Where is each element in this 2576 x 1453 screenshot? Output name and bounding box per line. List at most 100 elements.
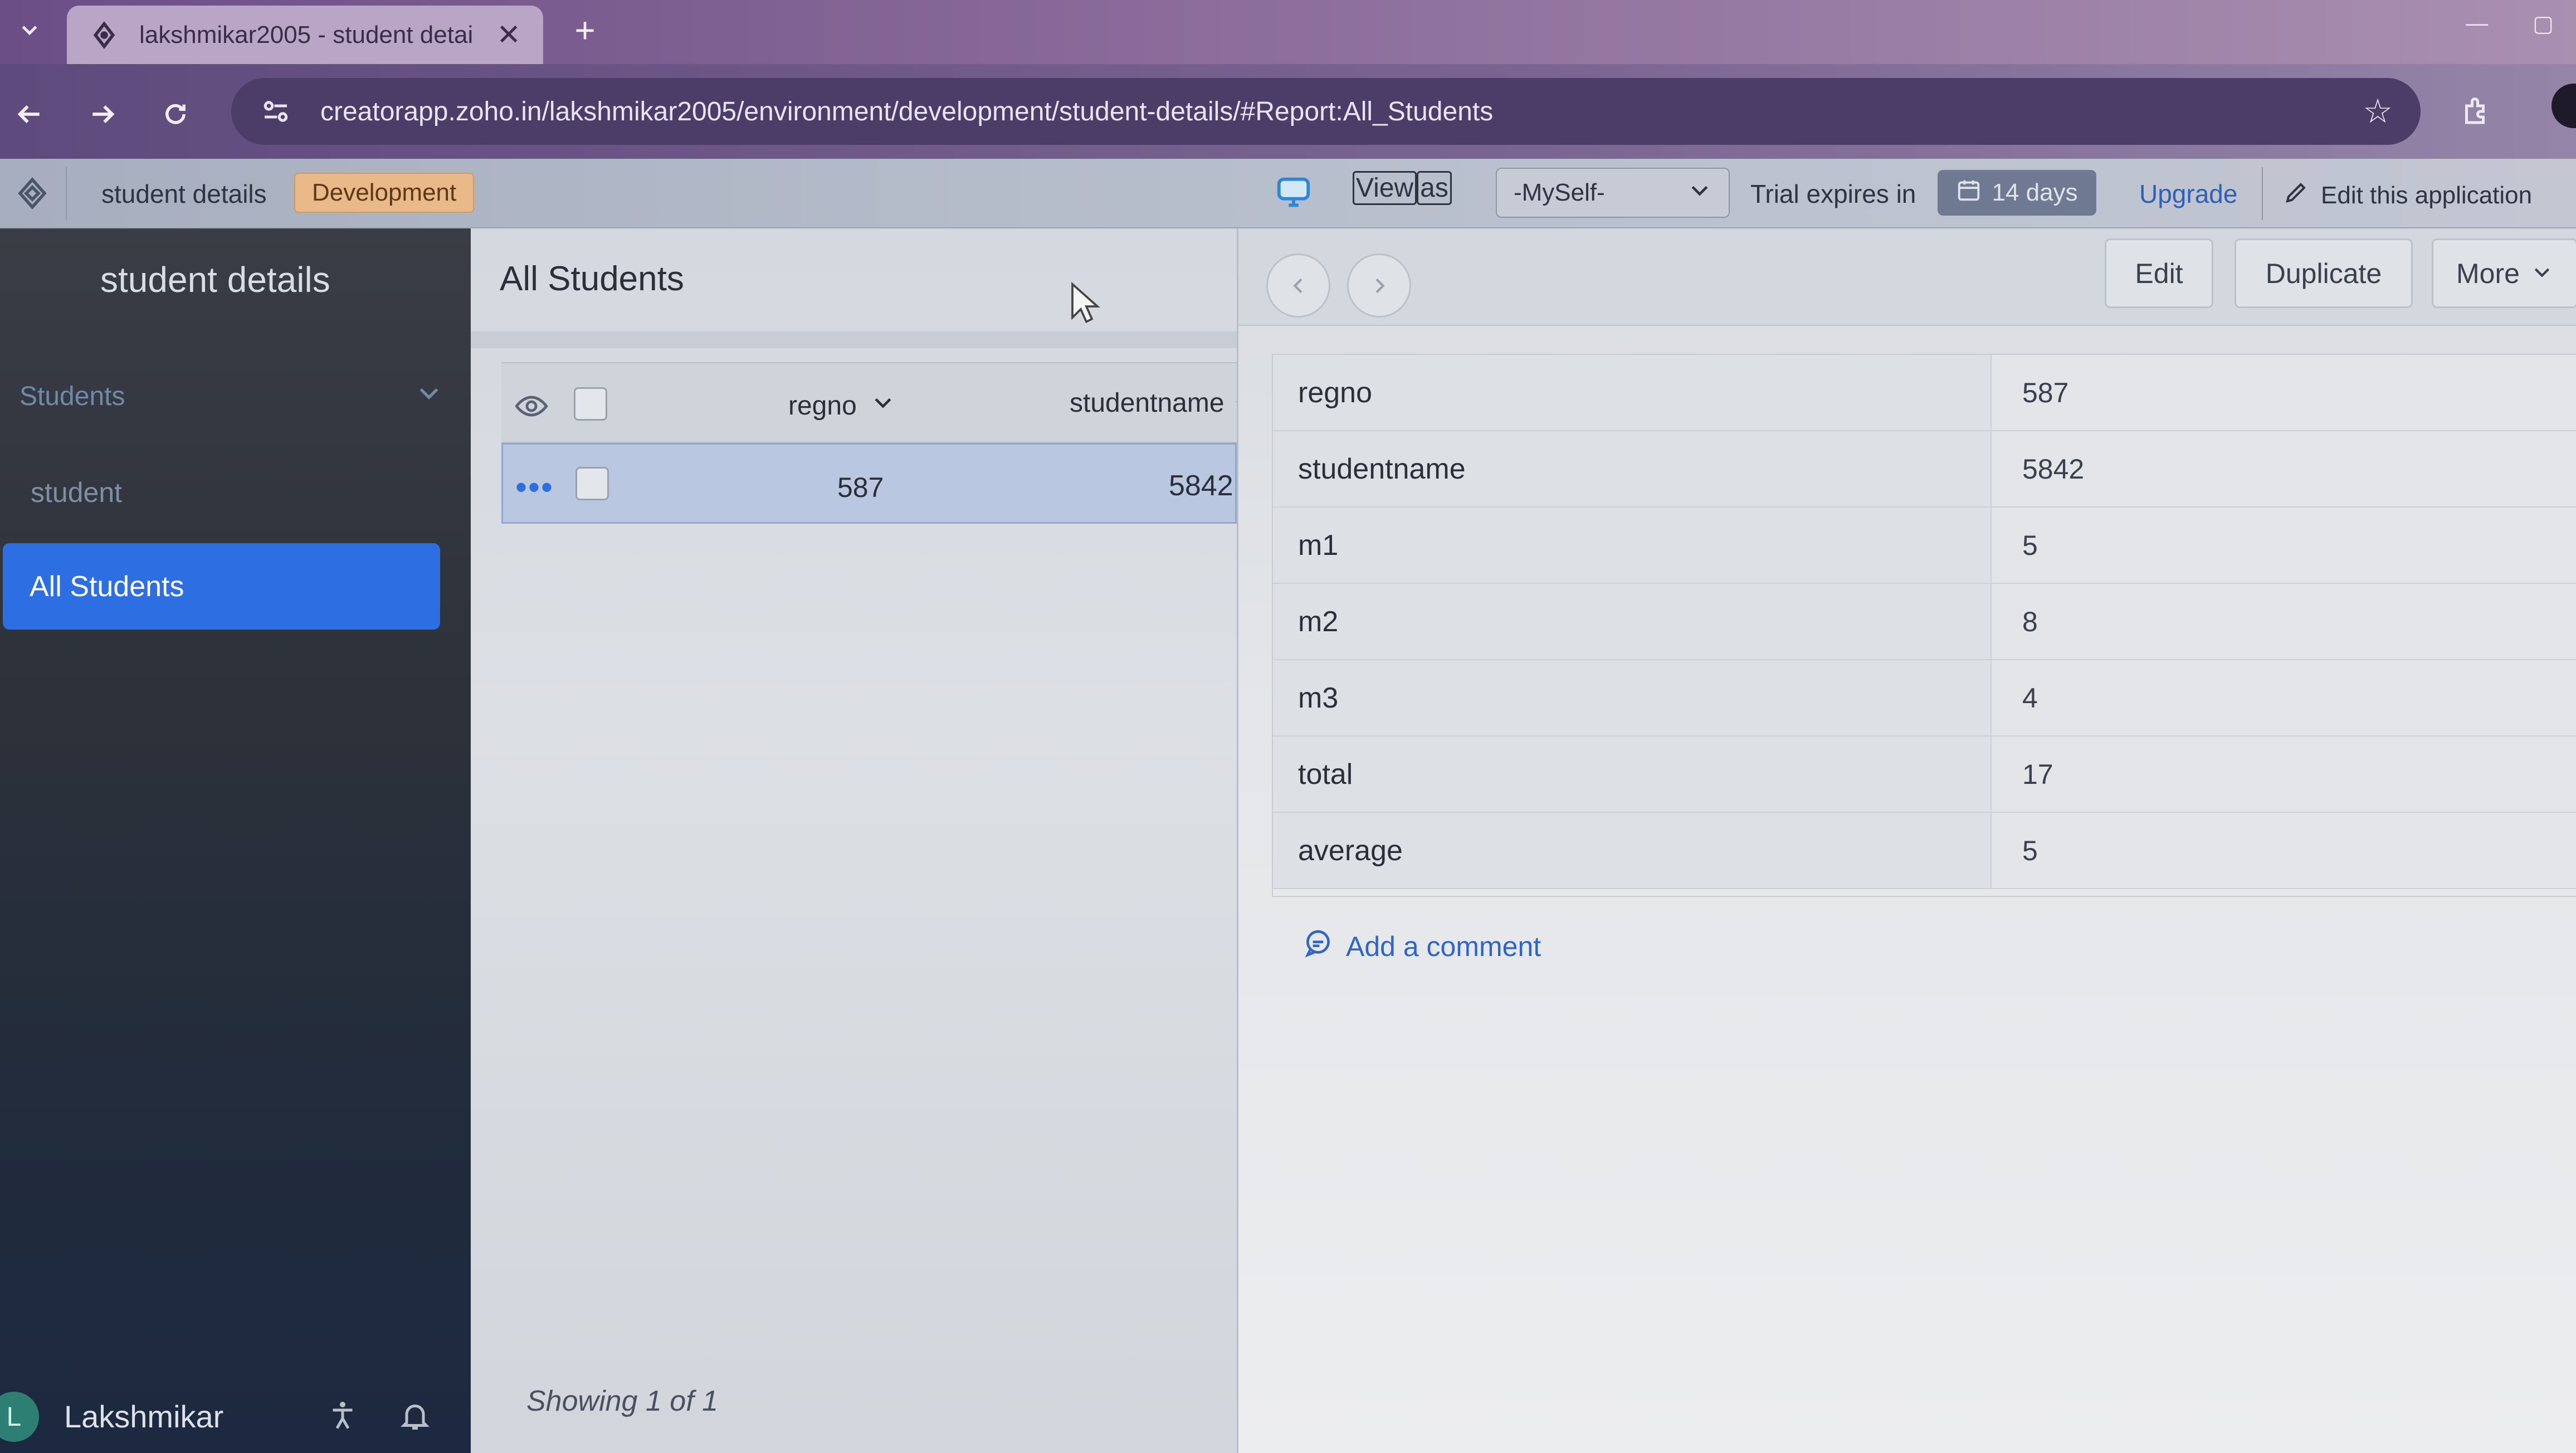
app-header: student details Development View as -MyS… xyxy=(0,159,2576,228)
column-header-regno[interactable]: regno xyxy=(788,390,895,421)
cell-regno: 587 xyxy=(837,472,884,503)
view-label: View xyxy=(1353,171,1417,205)
add-comment-label: Add a comment xyxy=(1346,931,1541,962)
field-label: average xyxy=(1273,813,1992,888)
column-header-label: studentname xyxy=(1070,388,1224,418)
cursor-icon xyxy=(1071,281,1100,324)
edit-application-link[interactable]: Edit this application xyxy=(2283,179,2532,212)
sidebar-section-students[interactable]: Students xyxy=(19,379,443,413)
field-label: studentname xyxy=(1273,431,1992,506)
ellipsis-icon[interactable]: ••• xyxy=(515,468,554,506)
browser-address-bar: creatorapp.zoho.in/lakshmikar2005/enviro… xyxy=(0,64,2576,159)
add-comment-link[interactable]: Add a comment xyxy=(1302,928,1541,966)
sidebar-item-student[interactable]: student xyxy=(31,476,122,509)
page-title: All Students xyxy=(500,260,684,298)
monitor-icon[interactable] xyxy=(1271,170,1316,214)
calendar-icon xyxy=(1956,177,1982,209)
field-value: 5 xyxy=(1992,508,2576,583)
table-header: regno studentname xyxy=(501,362,1247,443)
tab-list-chevron-down-icon[interactable] xyxy=(10,10,49,49)
forward-arrow-icon[interactable] xyxy=(81,92,125,136)
trial-days-badge: 14 days xyxy=(1938,170,2096,216)
tab-title: lakshmikar2005 - student detai xyxy=(139,21,474,48)
app-name[interactable]: student details xyxy=(101,179,267,209)
field-row-m3: m3 4 xyxy=(1273,660,2576,737)
field-label: m2 xyxy=(1273,584,1992,659)
more-label: More xyxy=(2456,257,2520,289)
pencil-icon xyxy=(2283,179,2310,212)
sidebar-item-all-students[interactable]: All Students xyxy=(3,543,440,630)
star-icon[interactable]: ☆ xyxy=(2363,92,2393,131)
as-label: as xyxy=(1417,171,1452,205)
chevron-left-icon[interactable] xyxy=(1266,253,1330,318)
sidebar-title: student details xyxy=(100,260,330,300)
site-info-icon[interactable] xyxy=(259,92,298,131)
view-as-value: -MySelf- xyxy=(1514,179,1605,206)
environment-badge[interactable]: Development xyxy=(294,173,475,213)
sidebar-section-label: Students xyxy=(19,381,125,411)
field-row-total: total 17 xyxy=(1273,737,2576,813)
avatar[interactable]: L xyxy=(0,1392,39,1442)
list-header-strip xyxy=(471,331,1237,348)
maximize-icon[interactable]: ▢ xyxy=(2533,11,2554,37)
field-value: 5 xyxy=(1992,813,2576,888)
report-list-pane: All Students regno studentname ••• 587 5… xyxy=(471,228,1247,1453)
close-icon[interactable]: ✕ xyxy=(496,18,521,52)
field-value: 4 xyxy=(1992,660,2576,735)
view-as-label: View as xyxy=(1353,171,1452,205)
window-controls: — ▢ xyxy=(2466,11,2554,37)
chevron-down-icon xyxy=(871,390,895,421)
accessibility-icon[interactable] xyxy=(323,1396,362,1435)
field-value: 587 xyxy=(1992,355,2576,430)
column-header-studentname[interactable]: studentname xyxy=(1070,388,1250,418)
field-row-m2: m2 8 xyxy=(1273,584,2576,660)
browser-tab[interactable]: lakshmikar2005 - student detai ✕ xyxy=(67,6,543,64)
field-value: 17 xyxy=(1992,737,2576,812)
more-button[interactable]: More xyxy=(2432,238,2576,308)
column-header-label: regno xyxy=(788,391,857,421)
cell-studentname: 5842 xyxy=(1169,470,1233,502)
duplicate-button[interactable]: Duplicate xyxy=(2235,238,2413,308)
zoho-logo-icon xyxy=(89,20,119,50)
comment-icon xyxy=(1302,928,1334,966)
edit-button[interactable]: Edit xyxy=(2105,238,2213,308)
detail-toolbar: Edit Duplicate More xyxy=(1238,228,2576,326)
chevron-right-icon[interactable] xyxy=(1347,253,1411,318)
browser-tab-bar: lakshmikar2005 - student detai ✕ + — ▢ xyxy=(0,0,2576,64)
trial-text: Trial expires in xyxy=(1750,179,1916,208)
bell-icon[interactable] xyxy=(396,1396,435,1435)
row-checkbox[interactable] xyxy=(575,467,609,500)
zoho-logo-icon[interactable] xyxy=(10,171,55,216)
field-row-m1: m1 5 xyxy=(1273,508,2576,584)
field-label: m3 xyxy=(1273,660,1992,735)
table-row[interactable]: ••• 587 5842 xyxy=(501,443,1237,524)
upgrade-link[interactable]: Upgrade xyxy=(2139,179,2237,209)
view-as-select[interactable]: -MySelf- xyxy=(1496,168,1730,218)
field-row-regno: regno 587 xyxy=(1273,355,2576,431)
record-detail-pane: Edit Duplicate More regno 587 studentnam… xyxy=(1237,228,2576,1453)
reload-icon[interactable] xyxy=(153,92,198,136)
field-label: total xyxy=(1273,737,1992,812)
minimize-icon[interactable]: — xyxy=(2466,11,2488,37)
trial-days: 14 days xyxy=(1992,179,2078,206)
extensions-icon[interactable] xyxy=(2451,86,2501,136)
pagination-status: Showing 1 of 1 xyxy=(526,1385,719,1417)
field-row-average: average 5 xyxy=(1273,813,2576,889)
chevron-down-icon xyxy=(1687,178,1712,208)
url-field[interactable]: creatorapp.zoho.in/lakshmikar2005/enviro… xyxy=(231,78,2421,145)
plus-icon[interactable]: + xyxy=(563,8,607,52)
field-label: regno xyxy=(1273,355,1992,430)
field-value: 8 xyxy=(1992,584,2576,659)
eye-icon[interactable] xyxy=(514,388,549,424)
field-value: 5842 xyxy=(1992,431,2576,506)
sidebar-footer: L Lakshmikar xyxy=(0,1375,471,1453)
user-name[interactable]: Lakshmikar xyxy=(64,1398,223,1435)
sidebar: student details Students student All Stu… xyxy=(0,228,471,1453)
divider xyxy=(2262,167,2263,220)
edit-application-label: Edit this application xyxy=(2321,181,2533,209)
select-all-checkbox[interactable] xyxy=(574,387,607,421)
field-label: m1 xyxy=(1273,508,1992,583)
chevron-down-icon xyxy=(2531,257,2553,290)
url-text: creatorapp.zoho.in/lakshmikar2005/enviro… xyxy=(320,96,1494,126)
back-arrow-icon[interactable] xyxy=(7,92,51,136)
